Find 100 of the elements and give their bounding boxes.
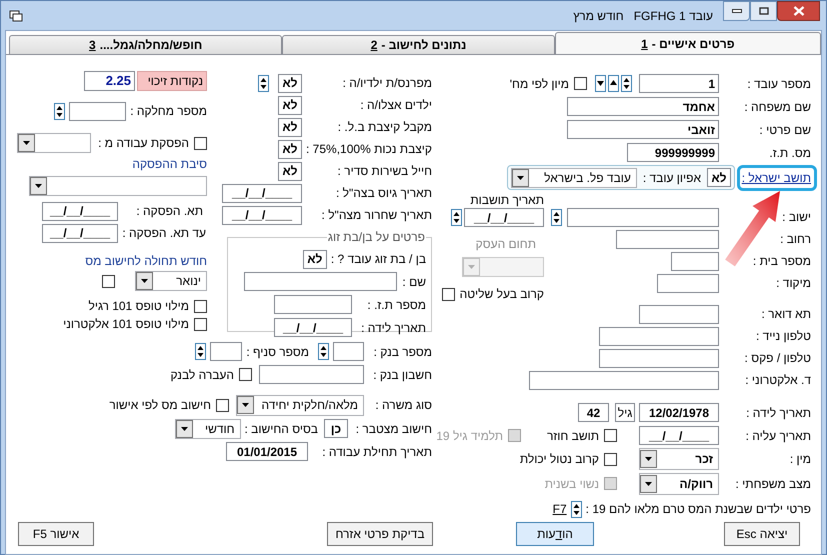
caret-icon[interactable] (640, 450, 657, 468)
spinner-icon[interactable] (318, 343, 329, 360)
date-field[interactable]: __/__/____ (42, 202, 118, 220)
date-field[interactable]: __/__/____ (42, 224, 118, 242)
checkbox[interactable] (194, 318, 207, 330)
toggle-button[interactable]: לא (278, 140, 302, 158)
toggle-button[interactable]: לא (278, 74, 302, 92)
caret-icon[interactable] (30, 177, 47, 195)
field-label: מספר בנק : (372, 344, 432, 360)
toggle-button[interactable]: לא (302, 250, 327, 268)
spinner-icon[interactable] (621, 75, 632, 92)
date-field[interactable]: __/__/____ (639, 426, 719, 445)
date-field[interactable]: __/__/____ (464, 208, 544, 227)
field-label: ישוב : (781, 209, 811, 226)
toggle-button[interactable]: לא (278, 96, 302, 114)
field-label: חודש תחולה לחישוב מס (85, 253, 207, 270)
caret-icon[interactable] (512, 168, 529, 186)
toggle-button[interactable]: לא (278, 118, 302, 136)
dialog-button[interactable]: יציאה Esc (724, 522, 800, 546)
close-button[interactable] (777, 1, 820, 21)
checkbox[interactable] (216, 398, 229, 412)
date-field[interactable]: __/__/____ (274, 318, 352, 337)
input-field[interactable] (639, 304, 719, 324)
dialog-button[interactable]: אישור F5 (18, 522, 94, 546)
input-field[interactable] (616, 230, 719, 248)
dropdown[interactable]: ינואר (135, 271, 207, 291)
field-label: מספר עובד : (746, 76, 811, 92)
input-field[interactable]: 01/01/2015 (226, 442, 308, 461)
checkbox[interactable] (102, 274, 115, 288)
input-field[interactable]: 2.25 (84, 71, 135, 91)
caret-icon[interactable] (640, 474, 657, 492)
age-label: גיל (615, 403, 635, 422)
dropdown[interactable]: עובד פל. בישראל (511, 168, 637, 188)
resident-link[interactable]: תושב ישראל : (742, 168, 811, 186)
minimize-button[interactable] (723, 1, 750, 21)
input-field[interactable] (210, 342, 242, 361)
caret-icon[interactable] (18, 134, 36, 152)
dropdown[interactable]: רווק/ה (639, 472, 719, 494)
checkbox[interactable] (194, 300, 207, 312)
date-field[interactable]: __/__/____ (222, 206, 302, 224)
input-field[interactable] (244, 272, 398, 291)
checkbox[interactable] (239, 368, 252, 381)
input-field[interactable] (599, 348, 719, 368)
app-icon[interactable] (9, 10, 23, 22)
field-label: מיון לפי מח' (510, 76, 569, 92)
field-label: רחוב : (779, 231, 811, 248)
caret-icon[interactable] (237, 396, 254, 414)
input-field[interactable]: 1 (639, 74, 719, 93)
dropdown[interactable] (17, 133, 92, 153)
dropdown[interactable]: מלאה/חלקית יחידה (236, 394, 364, 416)
month-label: חודש מרץ (573, 8, 624, 24)
checkbox[interactable] (604, 429, 617, 442)
dialog-button[interactable]: הודעות (516, 522, 594, 546)
maximize-button[interactable] (750, 1, 777, 21)
input-field[interactable] (671, 252, 719, 270)
spinner-icon[interactable] (258, 74, 269, 92)
toggle-button[interactable]: לא (707, 168, 731, 187)
input-field[interactable]: 42 (578, 403, 609, 422)
input-field[interactable]: אחמד (567, 97, 719, 116)
input-field[interactable] (599, 326, 719, 346)
close-icon[interactable] (792, 6, 804, 16)
field-label: תאריך שחרור מצה"ל : (320, 207, 432, 224)
input-field[interactable] (69, 102, 126, 120)
restore-icon[interactable] (758, 7, 768, 15)
checkbox[interactable] (194, 136, 207, 150)
field-label: תאריך גיוס בצה"ל : (335, 185, 432, 202)
shortcut-link[interactable]: F7 (552, 500, 567, 518)
input-field[interactable]: 999999999 (627, 143, 719, 162)
minimize-icon[interactable] (732, 9, 742, 13)
dropdown[interactable]: זכר (639, 448, 719, 470)
field-label: בסיס החישוב : (244, 420, 318, 438)
input-field[interactable] (259, 365, 364, 384)
toggle-button[interactable]: לא (278, 162, 302, 180)
field-label: טלפון נייד : (754, 328, 811, 345)
checkbox[interactable] (574, 77, 587, 90)
input-field[interactable] (657, 274, 719, 292)
date-field[interactable]: __/__/____ (222, 184, 302, 202)
spinner-icon[interactable] (551, 208, 562, 226)
input-field[interactable] (333, 342, 364, 361)
spinner-icon[interactable] (195, 343, 206, 360)
input-field[interactable] (274, 295, 352, 314)
dropdown[interactable] (29, 176, 207, 196)
spinner-icon[interactable] (54, 102, 66, 120)
toggle-button[interactable]: כן (324, 419, 348, 438)
input-field[interactable]: זואבי (567, 120, 719, 139)
group-title: פרטים על בן/בת זוג (326, 229, 426, 246)
input-field[interactable] (529, 370, 719, 390)
checkbox[interactable] (442, 288, 455, 300)
field-label: העברה לבנק (170, 366, 234, 384)
date-field[interactable]: 12/02/1978 (639, 403, 719, 422)
caret-icon[interactable] (136, 272, 153, 290)
field-label: טלפון / פקס : (744, 350, 811, 367)
input-field[interactable] (567, 208, 719, 226)
checkbox[interactable] (604, 452, 617, 466)
dropdown[interactable]: חודשי (174, 418, 241, 438)
spinner-icon[interactable] (451, 209, 462, 226)
spinner-icon[interactable] (570, 500, 582, 518)
dialog-button[interactable]: בדיקת פרטי אזרח (327, 522, 433, 546)
field-label: תאריך לידה : (745, 404, 811, 422)
caret-icon[interactable] (176, 420, 193, 438)
